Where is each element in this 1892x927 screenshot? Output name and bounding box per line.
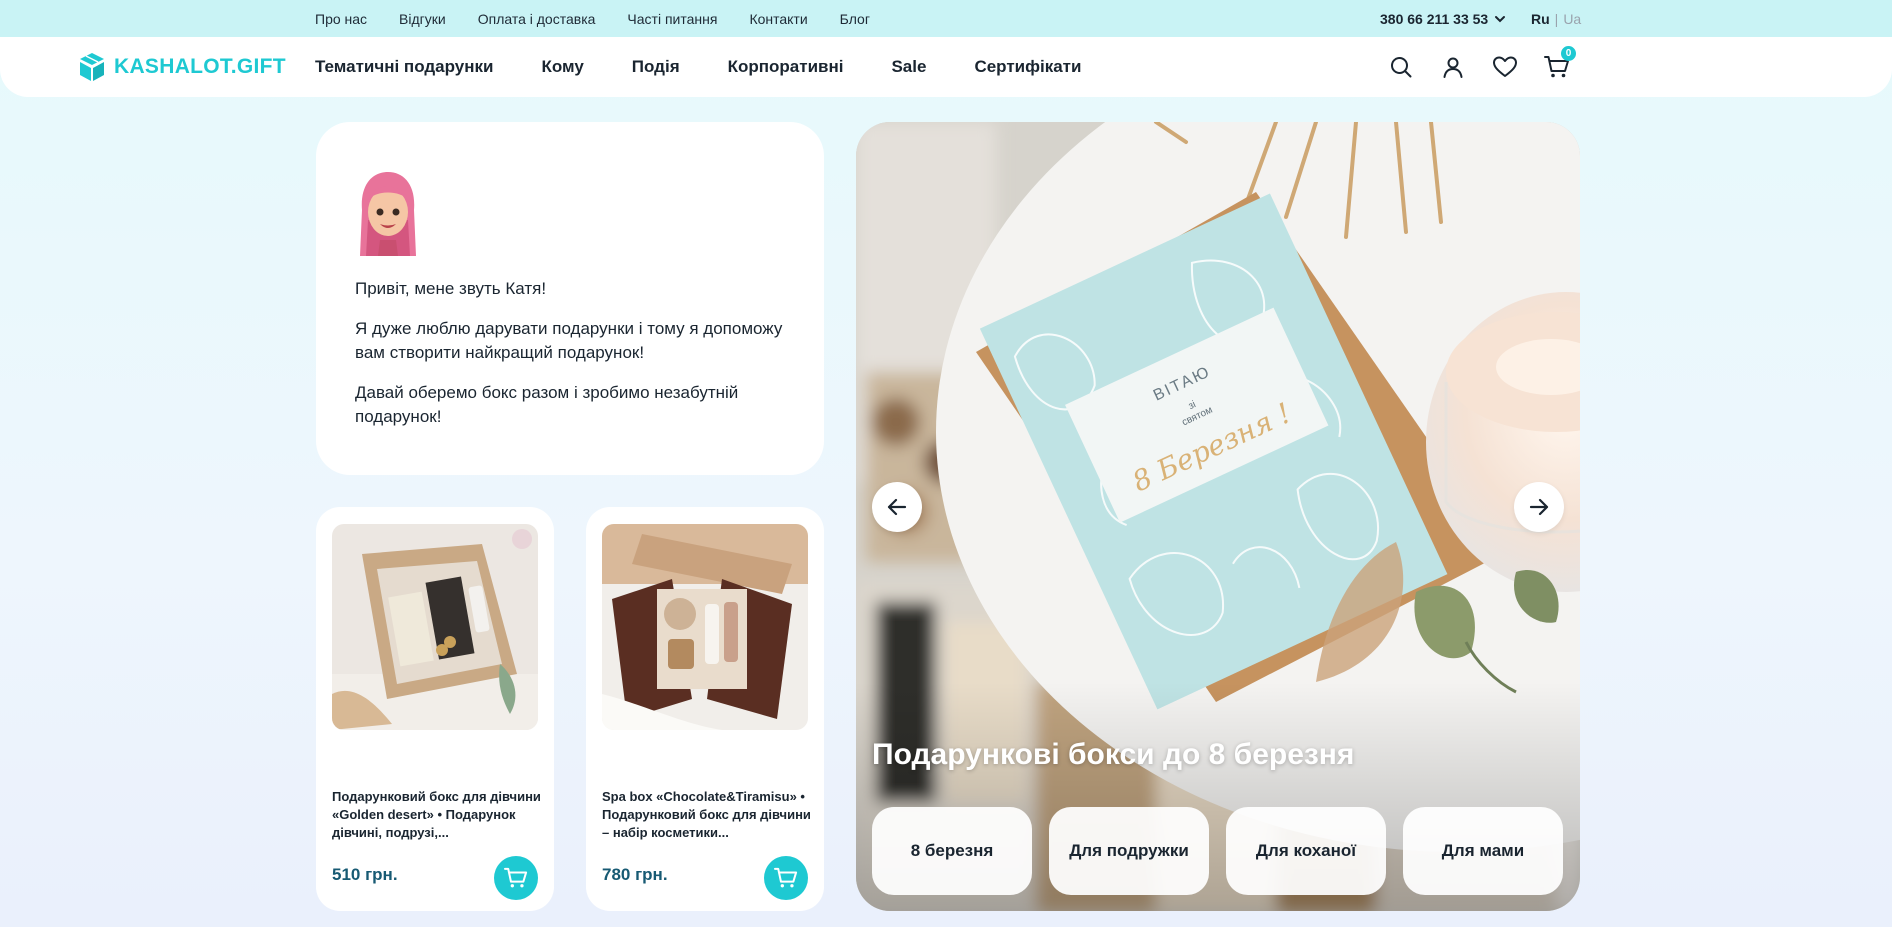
search-button[interactable] (1388, 54, 1414, 80)
chip-for-mom[interactable]: Для мами (1403, 807, 1563, 895)
nav-certificates[interactable]: Сертифікати (974, 57, 1081, 77)
nav-event[interactable]: Подія (632, 57, 680, 77)
product-card[interactable]: Spa box «Chocolate&Tiramisu» • Подарунко… (586, 507, 824, 911)
product-price: 780 грн. (602, 865, 668, 884)
avatar (360, 172, 416, 256)
logo[interactable]: KASHALOT.GIFT (78, 47, 286, 87)
account-button[interactable] (1440, 54, 1466, 80)
top-link-blog[interactable]: Блог (840, 11, 870, 27)
hero-category-chips: 8 березня Для подружки Для коханої Для м… (872, 807, 1563, 895)
product-image[interactable] (602, 524, 808, 730)
intro-card: Привіт, мене звуть Катя! Я дуже люблю да… (316, 122, 824, 475)
top-bar: Про нас Відгуки Оплата і доставка Часті … (0, 0, 1892, 37)
lang-ua[interactable]: Ua (1563, 11, 1581, 27)
top-link-contacts[interactable]: Контакти (749, 11, 807, 27)
add-to-cart-button[interactable] (494, 856, 538, 900)
main-nav: Тематичні подарунки Кому Подія Корпорати… (315, 37, 1081, 97)
top-nav: Про нас Відгуки Оплата і доставка Часті … (315, 0, 870, 37)
nav-corporate[interactable]: Корпоративні (728, 57, 844, 77)
logo-text: KASHALOT.GIFT (114, 55, 286, 78)
lang-separator: | (1554, 10, 1559, 27)
cart-icon (774, 867, 798, 888)
product-name[interactable]: Подарунковий бокс для дівчини «Golden de… (332, 788, 542, 842)
top-link-reviews[interactable]: Відгуки (399, 11, 446, 27)
nav-sale[interactable]: Sale (891, 57, 926, 77)
arrow-right-icon (1529, 498, 1549, 516)
carousel-prev-button[interactable] (872, 482, 922, 532)
main-header: KASHALOT.GIFT Тематичні подарунки Кому П… (0, 37, 1892, 97)
top-link-payment-delivery[interactable]: Оплата і доставка (478, 11, 596, 27)
product-card[interactable]: Подарунковий бокс для дівчини «Golden de… (316, 507, 554, 911)
cart-count-badge: 0 (1561, 46, 1576, 61)
intro-text: Привіт, мене звуть Катя! Я дуже люблю да… (355, 277, 805, 445)
cart-button[interactable]: 0 (1544, 46, 1576, 80)
top-link-faq[interactable]: Часті питання (627, 11, 717, 27)
top-link-about[interactable]: Про нас (315, 11, 367, 27)
add-to-cart-button[interactable] (764, 856, 808, 900)
lang-ru[interactable]: Ru (1531, 11, 1550, 27)
arrow-left-icon (887, 498, 907, 516)
wishlist-button[interactable] (1492, 54, 1518, 80)
nav-for-whom[interactable]: Кому (541, 57, 583, 77)
nav-thematic-gifts[interactable]: Тематичні подарунки (315, 57, 493, 77)
user-icon (1443, 57, 1463, 78)
chevron-down-icon (1495, 15, 1506, 22)
hero-image: ВІТАЮ зі святом 8 Березня ! (856, 122, 1580, 911)
search-icon (1391, 57, 1412, 78)
product-name[interactable]: Spa box «Chocolate&Tiramisu» • Подарунко… (602, 788, 812, 842)
heart-icon (1493, 56, 1517, 77)
carousel-next-button[interactable] (1514, 482, 1564, 532)
cart-icon (504, 867, 528, 888)
intro-paragraph-1: Я дуже люблю дарувати подарунки і тому я… (355, 319, 783, 362)
chip-march-8[interactable]: 8 березня (872, 807, 1032, 895)
phone-number: 380 66 211 33 53 (1380, 10, 1489, 27)
header-icons: 0 (1388, 37, 1576, 97)
chip-for-beloved[interactable]: Для коханої (1226, 807, 1386, 895)
intro-paragraph-2: Давай оберемо бокс разом і зробимо незаб… (355, 383, 739, 426)
intro-greeting: Привіт, мене звуть Катя! (355, 279, 547, 298)
product-image[interactable] (332, 524, 538, 730)
phone-dropdown[interactable]: 380 66 211 33 53 (1380, 0, 1506, 37)
hero-banner[interactable]: ВІТАЮ зі святом 8 Березня ! Подарункові … (856, 122, 1580, 911)
language-switcher: Ru | Ua (1531, 0, 1581, 37)
product-price: 510 грн. (332, 865, 398, 884)
gift-box-logo-icon (80, 53, 104, 81)
hero-title: Подарункові бокси до 8 березня (872, 738, 1355, 771)
chip-for-friend[interactable]: Для подружки (1049, 807, 1209, 895)
